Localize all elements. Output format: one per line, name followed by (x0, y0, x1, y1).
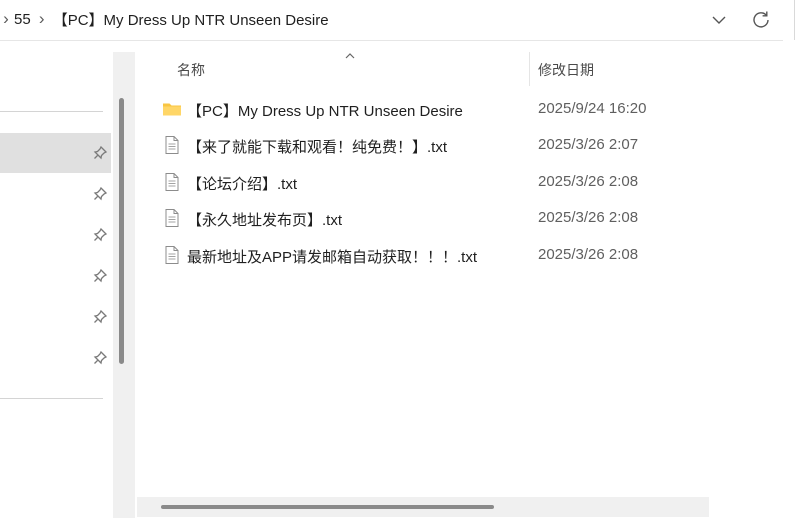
navigation-pane (0, 52, 113, 518)
pin-icon[interactable] (92, 268, 108, 284)
file-name: 【论坛介绍】.txt (187, 176, 298, 193)
column-header-row: 名称 修改日期 (137, 52, 709, 86)
pin-icon[interactable] (92, 309, 108, 325)
file-date: 2025/3/26 2:08 (538, 173, 639, 190)
file-row-folder[interactable]: 【PC】My Dress Up NTR Unseen Desire 2025/9… (137, 91, 709, 127)
file-explorer-window: › 55 › 【PC】My Dress Up NTR Unseen Desire (0, 0, 800, 529)
file-list: 名称 修改日期 【PC】My Dress Up NTR Unseen Desir… (137, 52, 709, 518)
text-file-icon (165, 209, 179, 227)
horizontal-scrollbar-thumb[interactable] (161, 505, 494, 509)
nav-item-quick-access-2[interactable] (0, 174, 111, 214)
column-divider[interactable] (529, 52, 530, 86)
text-file-icon (165, 246, 179, 264)
breadcrumb-item-current-folder[interactable]: 【PC】My Dress Up NTR Unseen Desire (51, 9, 331, 30)
refresh-icon[interactable] (750, 8, 772, 30)
breadcrumb-separator[interactable]: › (0, 9, 12, 29)
pin-icon[interactable] (92, 186, 108, 202)
nav-divider (0, 398, 103, 399)
nav-item-quick-access-1[interactable] (0, 133, 111, 173)
file-name: 【PC】My Dress Up NTR Unseen Desire (187, 103, 463, 120)
file-name: 【来了就能下载和观看！纯免费！】.txt (187, 139, 448, 156)
file-date: 2025/9/24 16:20 (538, 100, 647, 117)
file-date: 2025/3/26 2:08 (538, 209, 639, 226)
nav-divider (0, 111, 103, 112)
search-box-edge[interactable] (794, 0, 800, 40)
file-date: 2025/3/26 2:07 (538, 136, 639, 153)
column-header-name[interactable]: 名称 (177, 60, 205, 80)
text-file-icon (165, 136, 179, 154)
pin-icon[interactable] (92, 145, 108, 161)
file-row[interactable]: 【来了就能下载和观看！纯免费！】.txt 2025/3/26 2:07 (137, 127, 709, 163)
sort-ascending-icon (345, 53, 355, 59)
file-row[interactable]: 最新地址及APP请发邮箱自动获取！！！.txt 2025/3/26 2:08 (137, 237, 709, 273)
pin-icon[interactable] (92, 227, 108, 243)
address-bar[interactable]: › 55 › 【PC】My Dress Up NTR Unseen Desire (0, 0, 800, 41)
nav-scrollbar-track[interactable] (113, 52, 135, 518)
status-strip (0, 518, 800, 529)
file-name: 最新地址及APP请发邮箱自动获取！！！.txt (187, 249, 478, 266)
nav-item-quick-access-4[interactable] (0, 256, 111, 296)
nav-scrollbar-thumb[interactable] (119, 98, 124, 364)
chevron-down-icon[interactable] (708, 9, 730, 31)
details-pane-gap (709, 52, 800, 518)
file-row[interactable]: 【永久地址发布页】.txt 2025/3/26 2:08 (137, 200, 709, 236)
folder-icon (163, 103, 181, 116)
file-row[interactable]: 【论坛介绍】.txt 2025/3/26 2:08 (137, 164, 709, 200)
breadcrumb: › 55 › 【PC】My Dress Up NTR Unseen Desire (0, 0, 331, 38)
column-header-date-modified[interactable]: 修改日期 (538, 60, 594, 80)
pin-icon[interactable] (92, 350, 108, 366)
nav-item-quick-access-3[interactable] (0, 215, 111, 255)
breadcrumb-item-55[interactable]: 55 (12, 11, 33, 28)
text-file-icon (165, 173, 179, 191)
nav-item-quick-access-6[interactable] (0, 338, 111, 378)
breadcrumb-separator[interactable]: › (33, 9, 51, 29)
file-name: 【永久地址发布页】.txt (187, 212, 343, 229)
nav-item-quick-access-5[interactable] (0, 297, 111, 337)
file-date: 2025/3/26 2:08 (538, 246, 639, 263)
